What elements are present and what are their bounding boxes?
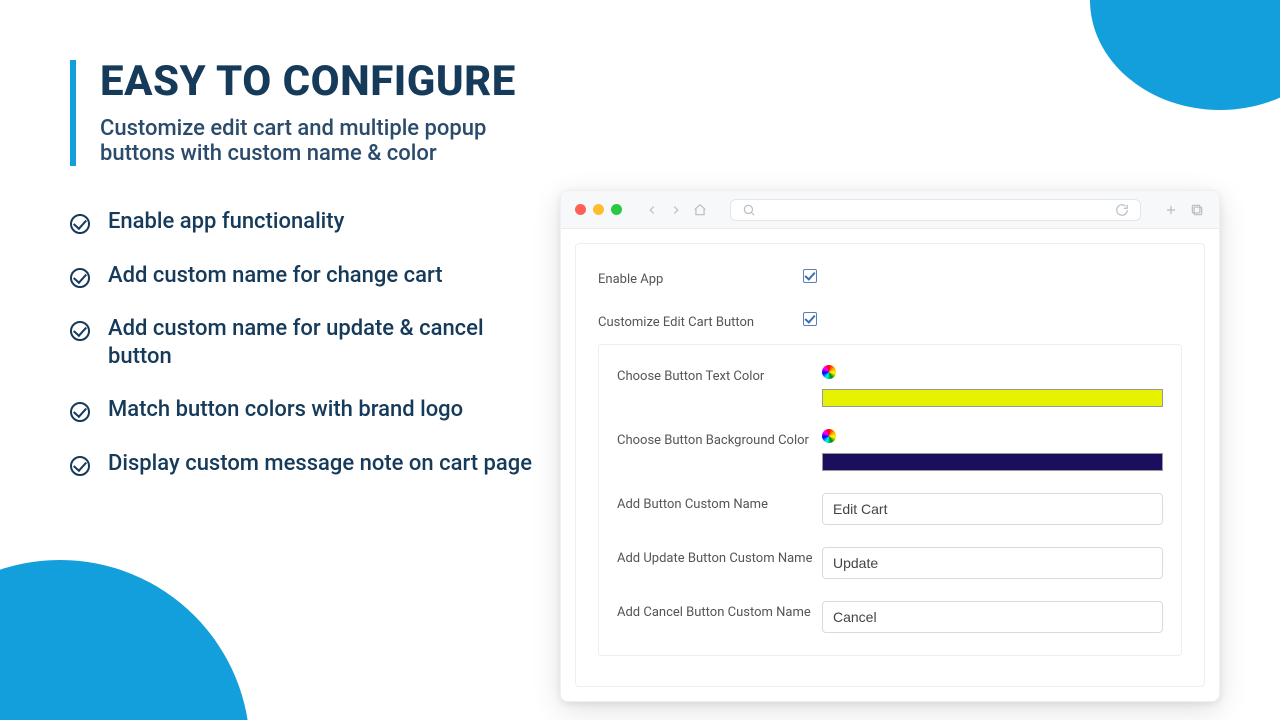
maximize-window-icon[interactable] (611, 204, 622, 215)
color-wheel-icon[interactable] (822, 429, 836, 443)
enable-app-checkbox[interactable] (803, 269, 817, 283)
slide-root: EASY TO CONFIGURE Customize edit cart an… (0, 0, 1280, 720)
bg-color-label: Choose Button Background Color (617, 429, 822, 448)
address-bar[interactable] (730, 199, 1141, 221)
feature-text: Display custom message note on cart page (108, 450, 532, 478)
search-icon (741, 202, 757, 218)
reload-icon[interactable] (1114, 202, 1130, 218)
feature-text: Enable app functionality (108, 208, 344, 236)
window-controls (575, 204, 622, 215)
enable-app-label: Enable App (598, 268, 803, 287)
button-name-input[interactable] (822, 493, 1163, 525)
tabs-icon[interactable] (1189, 202, 1205, 218)
minimize-window-icon[interactable] (593, 204, 604, 215)
setting-row-text-color: Choose Button Text Color (617, 365, 1163, 407)
text-color-swatch[interactable] (822, 389, 1163, 407)
feature-item: Display custom message note on cart page (70, 450, 550, 478)
browser-viewport: Enable App Customize Edit Cart Button Ch… (561, 229, 1219, 701)
update-name-label: Add Update Button Custom Name (617, 547, 822, 566)
setting-row-bg-color: Choose Button Background Color (617, 429, 1163, 471)
customize-panel: Choose Button Text Color Choose Button B… (598, 344, 1182, 656)
page-title: EASY TO CONFIGURE (100, 60, 550, 104)
feature-text: Match button colors with brand logo (108, 396, 463, 424)
setting-row-enable-app: Enable App (598, 268, 1182, 287)
browser-chrome (561, 191, 1219, 229)
cancel-name-label: Add Cancel Button Custom Name (617, 601, 822, 620)
forward-icon[interactable] (668, 202, 684, 218)
title-block: EASY TO CONFIGURE Customize edit cart an… (70, 60, 550, 166)
check-icon (70, 268, 90, 288)
check-icon (70, 402, 90, 422)
feature-item: Enable app functionality (70, 208, 550, 236)
close-window-icon[interactable] (575, 204, 586, 215)
feature-text: Add custom name for change cart (108, 262, 443, 290)
cancel-name-input[interactable] (822, 601, 1163, 633)
new-tab-icon[interactable] (1163, 202, 1179, 218)
feature-item: Add custom name for update & cancel butt… (70, 315, 550, 370)
text-color-label: Choose Button Text Color (617, 365, 822, 384)
bg-color-swatch[interactable] (822, 453, 1163, 471)
feature-text: Add custom name for update & cancel butt… (108, 315, 550, 370)
color-wheel-icon[interactable] (822, 365, 836, 379)
feature-list: Enable app functionality Add custom name… (70, 208, 550, 477)
home-icon[interactable] (692, 202, 708, 218)
check-icon (70, 214, 90, 234)
browser-window: Enable App Customize Edit Cart Button Ch… (560, 190, 1220, 702)
update-name-input[interactable] (822, 547, 1163, 579)
page-subtitle: Customize edit cart and multiple popup b… (100, 116, 550, 166)
feature-item: Match button colors with brand logo (70, 396, 550, 424)
check-icon (70, 321, 90, 341)
settings-panel: Enable App Customize Edit Cart Button Ch… (575, 243, 1205, 687)
setting-row-button-name: Add Button Custom Name (617, 493, 1163, 525)
button-name-label: Add Button Custom Name (617, 493, 822, 512)
customize-button-label: Customize Edit Cart Button (598, 311, 803, 330)
check-icon (70, 456, 90, 476)
setting-row-cancel-name: Add Cancel Button Custom Name (617, 601, 1163, 633)
left-column: EASY TO CONFIGURE Customize edit cart an… (70, 60, 560, 700)
feature-item: Add custom name for change cart (70, 262, 550, 290)
setting-row-customize-button: Customize Edit Cart Button (598, 311, 1182, 330)
back-icon[interactable] (644, 202, 660, 218)
customize-button-checkbox[interactable] (803, 312, 817, 326)
setting-row-update-name: Add Update Button Custom Name (617, 547, 1163, 579)
